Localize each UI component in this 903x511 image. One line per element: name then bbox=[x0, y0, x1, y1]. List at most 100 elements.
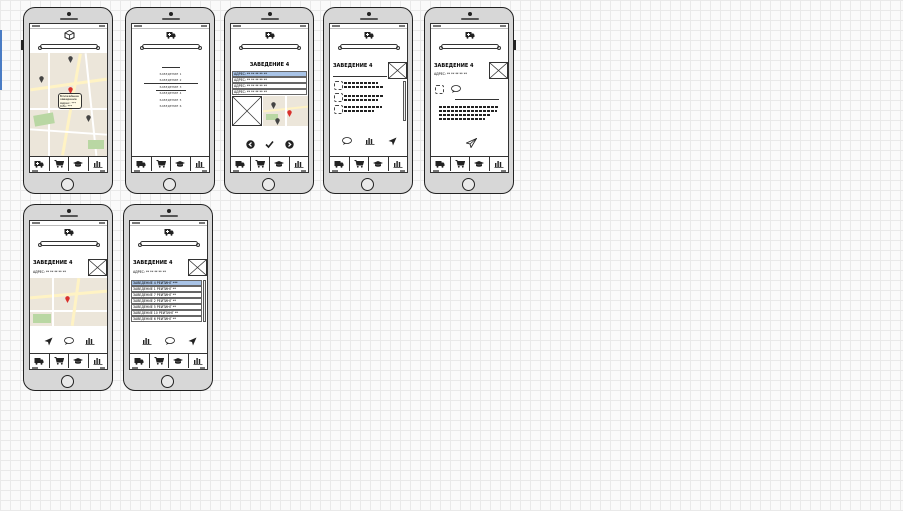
bar-chart-icon bbox=[195, 161, 205, 168]
review-draft-text[interactable] bbox=[439, 118, 485, 120]
map-view[interactable] bbox=[30, 278, 107, 326]
chat-bubble-icon[interactable] bbox=[451, 85, 461, 93]
map-view[interactable]: Ближайшее заведение Адрес: *** Info: *** bbox=[30, 53, 107, 156]
address-label: АДРЕС: bbox=[33, 270, 45, 274]
address-row[interactable]: АДРЕС: ** ** ** ** ** bbox=[232, 89, 307, 95]
chat-bubble-icon[interactable] bbox=[341, 137, 352, 145]
review-text bbox=[344, 95, 384, 97]
ambulance-icon bbox=[34, 358, 44, 365]
search-bar[interactable] bbox=[138, 241, 200, 247]
review-draft-text[interactable] bbox=[439, 106, 499, 108]
review-text bbox=[344, 82, 378, 84]
venue-list-item[interactable]: ЗАВЕДЕНИЕ 2 bbox=[132, 78, 209, 82]
address-row[interactable]: АДРЕС: ** ** ** ** ** bbox=[232, 77, 307, 83]
scrollbar[interactable] bbox=[203, 280, 206, 322]
ranking-row[interactable]: ЗАВЕДЕНИЕ 5 РЕЙТИНГ ** bbox=[131, 304, 202, 310]
ranking-row[interactable]: ЗАВЕДЕНИЕ 6 РЕЙТИНГ ** bbox=[131, 316, 202, 322]
home-button[interactable] bbox=[163, 178, 176, 191]
bar-chart-icon[interactable] bbox=[142, 337, 152, 345]
address-value: ** ** ** ** ** bbox=[446, 72, 467, 76]
navigation-arrow-icon[interactable] bbox=[188, 337, 197, 346]
graduation-cap-icon bbox=[73, 161, 84, 167]
ranking-row[interactable]: ЗАВЕДЕНИЕ 10 РЕЙТИНГ ** bbox=[131, 310, 202, 316]
map-pin-icon[interactable] bbox=[275, 118, 280, 125]
bottom-status bbox=[30, 169, 107, 172]
venue-list-item[interactable]: ЗАВЕДЕНИЕ 3 bbox=[132, 85, 209, 89]
check-icon[interactable] bbox=[265, 140, 275, 149]
status-bar bbox=[30, 24, 107, 29]
ranking-row[interactable]: ЗАВЕДЕНИЕ 7 РЕЙТИНГ ** bbox=[131, 292, 202, 298]
home-button[interactable] bbox=[361, 178, 374, 191]
map-pin-icon[interactable] bbox=[39, 76, 44, 83]
search-bar[interactable] bbox=[338, 44, 400, 50]
address-row[interactable]: АДРЕС: ** ** ** ** ** bbox=[232, 71, 307, 77]
graduation-cap-icon bbox=[73, 358, 84, 364]
map-pin-icon[interactable] bbox=[287, 110, 292, 117]
canvas-edge-marker bbox=[0, 30, 2, 90]
ambulance-logo-icon[interactable] bbox=[63, 227, 75, 237]
home-button[interactable] bbox=[61, 375, 74, 388]
home-button[interactable] bbox=[61, 178, 74, 191]
home-button[interactable] bbox=[462, 178, 475, 191]
action-icons bbox=[38, 336, 100, 346]
camera bbox=[367, 12, 371, 16]
venue-list-item[interactable]: ЗАВЕДЕНИЕ 5 bbox=[132, 98, 209, 102]
bar-chart-icon bbox=[93, 161, 103, 168]
ranking-row[interactable]: ЗАВЕДЕНИЕ 1 РЕЙТИНГ ** bbox=[131, 286, 202, 292]
ranking-score: РЕЙТИНГ *** bbox=[156, 281, 178, 285]
previous-arrow-icon[interactable] bbox=[246, 139, 255, 149]
search-bar[interactable] bbox=[38, 241, 100, 247]
search-bar[interactable] bbox=[140, 44, 202, 50]
venue-title: ЗАВЕДЕНИЕ 4 bbox=[33, 260, 73, 266]
cube-logo-icon[interactable] bbox=[63, 30, 75, 40]
venue-list-item[interactable]: ЗАВЕДЕНИЕ 4 bbox=[132, 91, 209, 95]
navigation-arrow-icon[interactable] bbox=[388, 137, 397, 146]
cart-icon bbox=[354, 160, 364, 168]
map-pin-icon[interactable] bbox=[65, 296, 70, 303]
nearest-venue-callout[interactable]: Ближайшее заведение Адрес: *** Info: *** bbox=[58, 93, 82, 109]
address-row[interactable]: АДРЕС: ** ** ** ** ** bbox=[232, 83, 307, 89]
image-placeholder bbox=[232, 96, 262, 126]
ambulance-logo-icon[interactable] bbox=[165, 30, 177, 40]
ambulance-logo-icon[interactable] bbox=[163, 227, 175, 237]
review-draft-text[interactable] bbox=[439, 114, 491, 116]
send-icon[interactable] bbox=[466, 138, 477, 148]
ranking-venue-name: ЗАВЕДЕНИЕ 7 bbox=[133, 293, 156, 297]
bar-chart-icon[interactable] bbox=[85, 337, 95, 345]
venue-title: ЗАВЕДЕНИЕ 4 bbox=[133, 260, 173, 266]
review-draft-text[interactable] bbox=[439, 110, 497, 112]
next-arrow-icon[interactable] bbox=[285, 139, 294, 149]
chat-bubble-icon[interactable] bbox=[164, 337, 175, 345]
screen: ЗАВЕДЕНИЕ 4 bbox=[329, 23, 408, 173]
phone-mockup-map: Ближайшее заведение Адрес: *** Info: *** bbox=[21, 7, 113, 194]
search-bar[interactable] bbox=[439, 44, 501, 50]
ranking-row[interactable]: ЗАВЕДЕНИЕ 2 РЕЙТИНГ ** bbox=[131, 298, 202, 304]
home-button[interactable] bbox=[161, 375, 174, 388]
scrollbar[interactable] bbox=[403, 81, 406, 121]
home-button[interactable] bbox=[262, 178, 275, 191]
graduation-cap-icon bbox=[173, 358, 184, 364]
venue-list-item[interactable]: ЗАВЕДЕНИЕ 1 bbox=[132, 72, 209, 76]
map-pin-icon[interactable] bbox=[86, 115, 91, 122]
navigation-arrow-icon[interactable] bbox=[44, 337, 53, 346]
status-bar bbox=[431, 24, 508, 29]
venue-list-item[interactable]: ЗАВЕДЕНИЕ 6 bbox=[132, 104, 209, 108]
ranking-row[interactable]: ЗАВЕДЕНИЕ 4 РЕЙТИНГ *** bbox=[131, 280, 202, 286]
graduation-cap-icon bbox=[175, 161, 186, 167]
image-placeholder bbox=[489, 62, 508, 79]
review-text bbox=[344, 99, 378, 101]
bar-chart-icon[interactable] bbox=[365, 137, 375, 145]
map-pin-icon[interactable] bbox=[68, 56, 73, 63]
search-bar[interactable] bbox=[38, 44, 100, 50]
search-bar[interactable] bbox=[239, 44, 301, 50]
address-label: АДРЕС: bbox=[133, 270, 145, 274]
ambulance-logo-icon[interactable] bbox=[363, 30, 375, 40]
map-pin-icon[interactable] bbox=[271, 102, 276, 109]
divider bbox=[333, 76, 387, 77]
map-view[interactable] bbox=[263, 96, 308, 126]
chat-bubble-icon[interactable] bbox=[63, 337, 74, 345]
bottom-status bbox=[330, 169, 407, 172]
speaker bbox=[60, 215, 78, 217]
ambulance-logo-icon[interactable] bbox=[264, 30, 276, 40]
ambulance-logo-icon[interactable] bbox=[464, 30, 476, 40]
